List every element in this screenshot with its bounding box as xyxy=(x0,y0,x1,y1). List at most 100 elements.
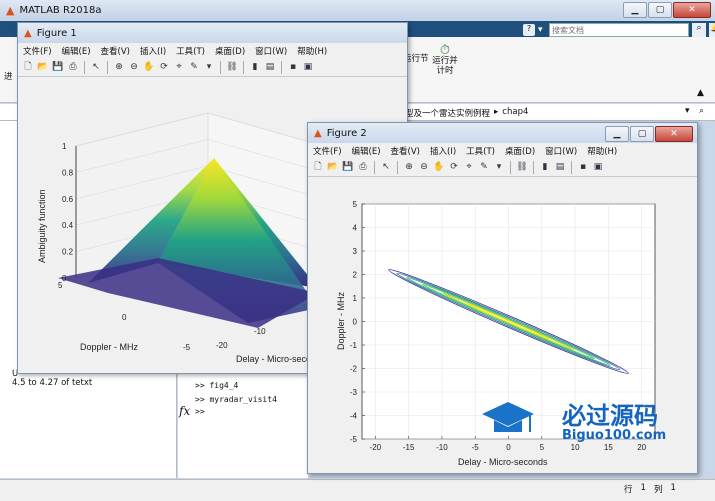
toolbar-separator xyxy=(220,60,221,74)
dropdown-icon[interactable]: ▾ xyxy=(538,25,546,35)
y-tick-label: -1 xyxy=(350,341,358,350)
current-folder-path[interactable]: 型及一个雷达实例例程 ▸ chap4 xyxy=(405,107,528,119)
path-search-icon[interactable]: ⌕ xyxy=(699,106,704,116)
colorbar-icon[interactable]: ▮ xyxy=(539,161,551,173)
rotate-icon[interactable]: ⟳ xyxy=(448,161,460,173)
link-plot-icon[interactable]: ⛓ xyxy=(226,61,238,73)
run-and-time-label-1: 运行并 xyxy=(432,56,458,66)
x-tick-label: -20 xyxy=(370,443,382,452)
show-plot-tools-icon[interactable]: ▣ xyxy=(592,161,604,173)
search-icon[interactable]: ⌕ xyxy=(692,23,706,37)
print-icon[interactable]: ⎙ xyxy=(357,161,369,173)
menu-item-4[interactable]: 工具(T) xyxy=(171,45,210,57)
y-tick-label: 4 xyxy=(353,224,358,233)
toolbar-separator xyxy=(510,160,511,174)
hide-plot-tools-icon[interactable]: ▪ xyxy=(577,161,589,173)
toolbar-separator xyxy=(107,60,108,74)
rotate-icon[interactable]: ⟳ xyxy=(158,61,170,73)
data-cursor-icon[interactable]: ⌖ xyxy=(173,61,185,73)
legend-icon[interactable]: ▤ xyxy=(264,61,276,73)
z-tick-label: 1 xyxy=(62,142,67,151)
brush-icon[interactable]: ✎ xyxy=(188,61,200,73)
edit-plot-icon[interactable]: ↖ xyxy=(380,161,392,173)
menu-item-1[interactable]: 编辑(E) xyxy=(347,145,386,157)
y-tick-label: 0 xyxy=(353,318,358,327)
maximize-button[interactable]: ▢ xyxy=(648,2,672,18)
y-tick-label: 2 xyxy=(353,271,358,280)
z-tick-label: 0.4 xyxy=(62,221,74,230)
menu-item-4[interactable]: 工具(T) xyxy=(461,145,500,157)
data-cursor-icon[interactable]: ⌖ xyxy=(463,161,475,173)
menu-item-2[interactable]: 查看(V) xyxy=(96,45,135,57)
new-figure-icon[interactable]: 🗋 xyxy=(22,61,34,73)
path-segment-2[interactable]: chap4 xyxy=(502,107,528,119)
y-axis-label: Doppler - MHz xyxy=(336,291,346,350)
zoom-in-icon[interactable]: ⊕ xyxy=(113,61,125,73)
path-segment-1[interactable]: 型及一个雷达实例例程 xyxy=(405,107,490,119)
brush-dropdown-icon[interactable]: ▾ xyxy=(493,161,505,173)
colorbar-icon[interactable]: ▮ xyxy=(249,61,261,73)
command-prompt[interactable]: >> xyxy=(195,407,205,416)
menu-item-0[interactable]: 文件(F) xyxy=(18,45,57,57)
menu-item-3[interactable]: 插入(I) xyxy=(135,45,171,57)
main-title-bar: ▲ MATLAB R2018a xyxy=(0,0,715,20)
pan-icon[interactable]: ✋ xyxy=(143,61,155,73)
x-tick-label: -10 xyxy=(436,443,448,452)
ribbon-collapse-icon[interactable]: ▲ xyxy=(697,88,704,98)
menu-item-6[interactable]: 窗口(W) xyxy=(540,145,582,157)
notification-icon[interactable]: 🔔 xyxy=(709,23,715,37)
save-icon[interactable]: 💾 xyxy=(52,61,64,73)
menu-item-7[interactable]: 帮助(H) xyxy=(292,45,332,57)
new-figure-icon[interactable]: 🗋 xyxy=(312,161,324,173)
history-line-2: >> myradar_visit4 xyxy=(195,395,277,404)
menu-item-7[interactable]: 帮助(H) xyxy=(582,145,622,157)
open-file-icon[interactable]: 📂 xyxy=(37,61,49,73)
close-button[interactable]: ✕ xyxy=(673,2,711,18)
pan-icon[interactable]: ✋ xyxy=(433,161,445,173)
hide-plot-tools-icon[interactable]: ▪ xyxy=(287,61,299,73)
open-file-icon[interactable]: 📂 xyxy=(327,161,339,173)
z-tick-label: 0 xyxy=(62,274,67,283)
z-axis-label: Ambiguity function xyxy=(37,189,47,263)
menu-item-5[interactable]: 桌面(D) xyxy=(500,145,540,157)
show-plot-tools-icon[interactable]: ▣ xyxy=(302,61,314,73)
path-dropdown-icon[interactable]: ▾ xyxy=(685,106,690,116)
menu-item-5[interactable]: 桌面(D) xyxy=(210,45,250,57)
minimize-button[interactable]: ▁ xyxy=(605,126,629,142)
toolbar-separator xyxy=(243,60,244,74)
zoom-in-icon[interactable]: ⊕ xyxy=(403,161,415,173)
y-tick-label: -3 xyxy=(350,388,358,397)
maximize-button[interactable]: ▢ xyxy=(630,126,654,142)
save-icon[interactable]: 💾 xyxy=(342,161,354,173)
menu-item-6[interactable]: 窗口(W) xyxy=(250,45,292,57)
zoom-out-icon[interactable]: ⊖ xyxy=(128,61,140,73)
advance-label[interactable]: 进 xyxy=(4,70,13,82)
legend-icon[interactable]: ▤ xyxy=(554,161,566,173)
doppler-tick-label: 5 xyxy=(58,281,63,290)
run-and-time-button[interactable]: ⏱ 运行并 计时 xyxy=(430,44,460,76)
toolbar-separator xyxy=(84,60,85,74)
menu-item-2[interactable]: 查看(V) xyxy=(386,145,425,157)
edit-plot-icon[interactable]: ↖ xyxy=(90,61,102,73)
doppler-tick-label: -5 xyxy=(183,343,191,352)
y-tick-label: 5 xyxy=(353,200,358,209)
menu-item-0[interactable]: 文件(F) xyxy=(308,145,347,157)
brush-dropdown-icon[interactable]: ▾ xyxy=(203,61,215,73)
z-tick-label: 0.8 xyxy=(62,168,74,177)
watermark-site: Biguo100.com xyxy=(562,428,667,443)
main-window-controls: ▁ ▢ ✕ xyxy=(623,2,711,18)
z-tick-labels: 0 0.2 0.4 0.6 0.8 1 xyxy=(62,142,74,283)
link-plot-icon[interactable]: ⛓ xyxy=(516,161,528,173)
main-window-title: MATLAB R2018a xyxy=(19,4,102,16)
question-icon[interactable]: ? xyxy=(523,24,535,36)
search-input[interactable] xyxy=(549,23,689,37)
print-icon[interactable]: ⎙ xyxy=(67,61,79,73)
close-button[interactable]: ✕ xyxy=(655,126,693,142)
figure2-window-controls: ▁ ▢ ✕ xyxy=(605,126,693,142)
zoom-out-icon[interactable]: ⊖ xyxy=(418,161,430,173)
brush-icon[interactable]: ✎ xyxy=(478,161,490,173)
figure1-menubar: 文件(F) 编辑(E) 查看(V) 插入(I) 工具(T) 桌面(D) 窗口(W) 帮助(H) xyxy=(18,43,407,58)
menu-item-1[interactable]: 编辑(E) xyxy=(57,45,96,57)
menu-item-3[interactable]: 插入(I) xyxy=(425,145,461,157)
minimize-button[interactable]: ▁ xyxy=(623,2,647,18)
